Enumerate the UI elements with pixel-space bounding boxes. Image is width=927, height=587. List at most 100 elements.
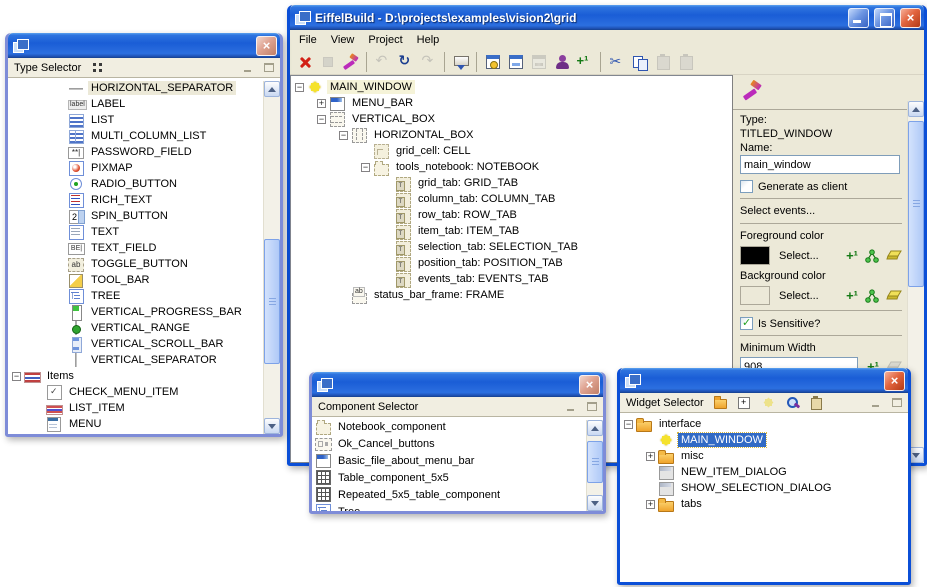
scroll-down-button[interactable] bbox=[264, 418, 280, 434]
tree-row[interactable]: +MENU_BAR bbox=[291, 95, 732, 111]
close-button[interactable]: × bbox=[900, 8, 921, 28]
tree-row[interactable]: status_bar_frame: FRAME bbox=[291, 287, 732, 303]
tree-row[interactable]: LIST bbox=[8, 112, 263, 128]
expand-all-icon[interactable] bbox=[738, 396, 752, 409]
tree-row[interactable]: +misc bbox=[620, 448, 908, 464]
scroll-up-button[interactable] bbox=[908, 101, 924, 117]
scroll-down-button[interactable] bbox=[587, 495, 603, 511]
tree-row[interactable]: −MAIN_WINDOW bbox=[291, 79, 732, 95]
generate-as-client-checkbox[interactable] bbox=[740, 180, 753, 193]
add-constant-icon[interactable]: +¹ bbox=[846, 290, 858, 302]
tree-row[interactable]: VERTICAL_SCROLL_BAR bbox=[8, 336, 263, 352]
maximize-icon[interactable] bbox=[587, 402, 597, 411]
tree-row[interactable]: PASSWORD_FIELD bbox=[8, 144, 263, 160]
close-button[interactable]: × bbox=[579, 375, 600, 395]
list-item[interactable]: Ok_Cancel_buttons bbox=[312, 435, 586, 452]
list-item[interactable]: Tree bbox=[312, 503, 586, 511]
window-new-button[interactable] bbox=[504, 51, 527, 73]
tree-row[interactable] bbox=[8, 432, 263, 434]
delete-button[interactable] bbox=[293, 51, 316, 73]
title-bar[interactable]: EiffelBuild - D:\projects\examples\visio… bbox=[290, 5, 924, 30]
tree-row[interactable]: TREE bbox=[8, 288, 263, 304]
tree-row[interactable]: grid_tab: GRID_TAB bbox=[291, 175, 732, 191]
title-bar[interactable]: × bbox=[8, 33, 280, 58]
tree-row[interactable]: PIXMAP bbox=[8, 160, 263, 176]
tree-row[interactable]: LABEL bbox=[8, 96, 263, 112]
tree-row[interactable]: VERTICAL_RANGE bbox=[8, 320, 263, 336]
minimize-icon[interactable] bbox=[566, 402, 576, 411]
expander-minus-icon[interactable]: − bbox=[339, 131, 348, 140]
list-item[interactable]: Notebook_component bbox=[312, 418, 586, 435]
erase-icon[interactable] bbox=[886, 250, 902, 261]
refresh-button[interactable] bbox=[394, 51, 417, 73]
tree-row[interactable]: −tools_notebook: NOTEBOOK bbox=[291, 159, 732, 175]
tree-row[interactable]: events_tab: EVENTS_TAB bbox=[291, 271, 732, 287]
tree-row[interactable]: NEW_ITEM_DIALOG bbox=[620, 464, 908, 480]
type-scrollbar[interactable] bbox=[263, 81, 280, 434]
name-input[interactable] bbox=[740, 155, 900, 174]
maximize-icon[interactable] bbox=[892, 398, 902, 407]
cut-button[interactable] bbox=[605, 51, 628, 73]
new-widget-icon[interactable] bbox=[762, 396, 776, 409]
close-button[interactable]: × bbox=[256, 36, 277, 56]
tree-row[interactable]: selection_tab: SELECTION_TAB bbox=[291, 239, 732, 255]
foreground-select-button[interactable]: Select... bbox=[779, 250, 819, 262]
tree-row[interactable]: grid_cell: CELL bbox=[291, 143, 732, 159]
list-item[interactable]: Basic_file_about_menu_bar bbox=[312, 452, 586, 469]
copy-button[interactable] bbox=[628, 51, 651, 73]
tree-row[interactable]: TEXT_FIELD bbox=[8, 240, 263, 256]
expander-minus-icon[interactable]: − bbox=[361, 163, 370, 172]
tree-row[interactable]: TEXT bbox=[8, 224, 263, 240]
tree-row[interactable]: SHOW_SELECTION_DIALOG bbox=[620, 480, 908, 496]
tree-row[interactable]: SPIN_BUTTON bbox=[8, 208, 263, 224]
tree-row[interactable]: −Items bbox=[8, 368, 263, 384]
select-events-button[interactable]: Select events... bbox=[740, 204, 902, 218]
expander-plus-icon[interactable]: + bbox=[317, 99, 326, 108]
scroll-up-button[interactable] bbox=[264, 81, 280, 97]
is-sensitive-checkbox[interactable] bbox=[740, 317, 753, 330]
background-select-button[interactable]: Select... bbox=[779, 290, 819, 302]
window-gear-button[interactable] bbox=[481, 51, 504, 73]
minimize-icon[interactable] bbox=[871, 398, 881, 407]
background-color-swatch[interactable] bbox=[740, 286, 770, 305]
tree-row[interactable]: +tabs bbox=[620, 496, 908, 512]
tree-row[interactable]: MULTI_COLUMN_LIST bbox=[8, 128, 263, 144]
tree-row[interactable]: CHECK_MENU_ITEM bbox=[8, 384, 263, 400]
maximize-icon[interactable] bbox=[264, 63, 274, 72]
tree-row[interactable]: TOOL_BAR bbox=[8, 272, 263, 288]
inherit-icon[interactable] bbox=[865, 249, 879, 263]
tree-row[interactable]: −interface bbox=[620, 416, 908, 432]
person-button[interactable] bbox=[550, 51, 573, 73]
tree-row[interactable]: MENU bbox=[8, 416, 263, 432]
export-button[interactable] bbox=[449, 51, 472, 73]
new-folder-icon[interactable] bbox=[714, 396, 728, 409]
tree-row[interactable]: RADIO_BUTTON bbox=[8, 176, 263, 192]
build-button[interactable] bbox=[339, 51, 362, 73]
menu-help[interactable]: Help bbox=[410, 32, 447, 48]
title-bar[interactable]: × bbox=[620, 368, 908, 393]
tree-row[interactable]: −HORIZONTAL_BOX bbox=[291, 127, 732, 143]
minimize-icon[interactable] bbox=[243, 63, 253, 72]
expander-minus-icon[interactable]: − bbox=[317, 115, 326, 124]
tree-row[interactable]: VERTICAL_SEPARATOR bbox=[8, 352, 263, 368]
expander-plus-icon[interactable]: + bbox=[646, 500, 655, 509]
paste-icon[interactable] bbox=[810, 396, 824, 409]
tree-row[interactable]: HORIZONTAL_SEPARATOR bbox=[8, 80, 263, 96]
plus-one-button[interactable] bbox=[573, 51, 596, 73]
find-icon[interactable] bbox=[786, 396, 800, 409]
menu-view[interactable]: View bbox=[324, 32, 362, 48]
list-item[interactable]: Repeated_5x5_table_component bbox=[312, 486, 586, 503]
tree-row[interactable]: VERTICAL_PROGRESS_BAR bbox=[8, 304, 263, 320]
list-item[interactable]: Table_component_5x5 bbox=[312, 469, 586, 486]
erase-icon[interactable] bbox=[886, 290, 902, 301]
minimize-button[interactable] bbox=[848, 8, 869, 28]
menu-project[interactable]: Project bbox=[361, 32, 409, 48]
tree-row[interactable]: RICH_TEXT bbox=[8, 192, 263, 208]
tree-row[interactable]: item_tab: ITEM_TAB bbox=[291, 223, 732, 239]
scrollbar-thumb[interactable] bbox=[264, 239, 280, 364]
expander-minus-icon[interactable]: − bbox=[624, 420, 633, 429]
expander-minus-icon[interactable]: − bbox=[295, 83, 304, 92]
expander-minus-icon[interactable]: − bbox=[12, 372, 21, 381]
tree-row[interactable]: LIST_ITEM bbox=[8, 400, 263, 416]
tree-row[interactable]: MAIN_WINDOW bbox=[620, 432, 908, 448]
